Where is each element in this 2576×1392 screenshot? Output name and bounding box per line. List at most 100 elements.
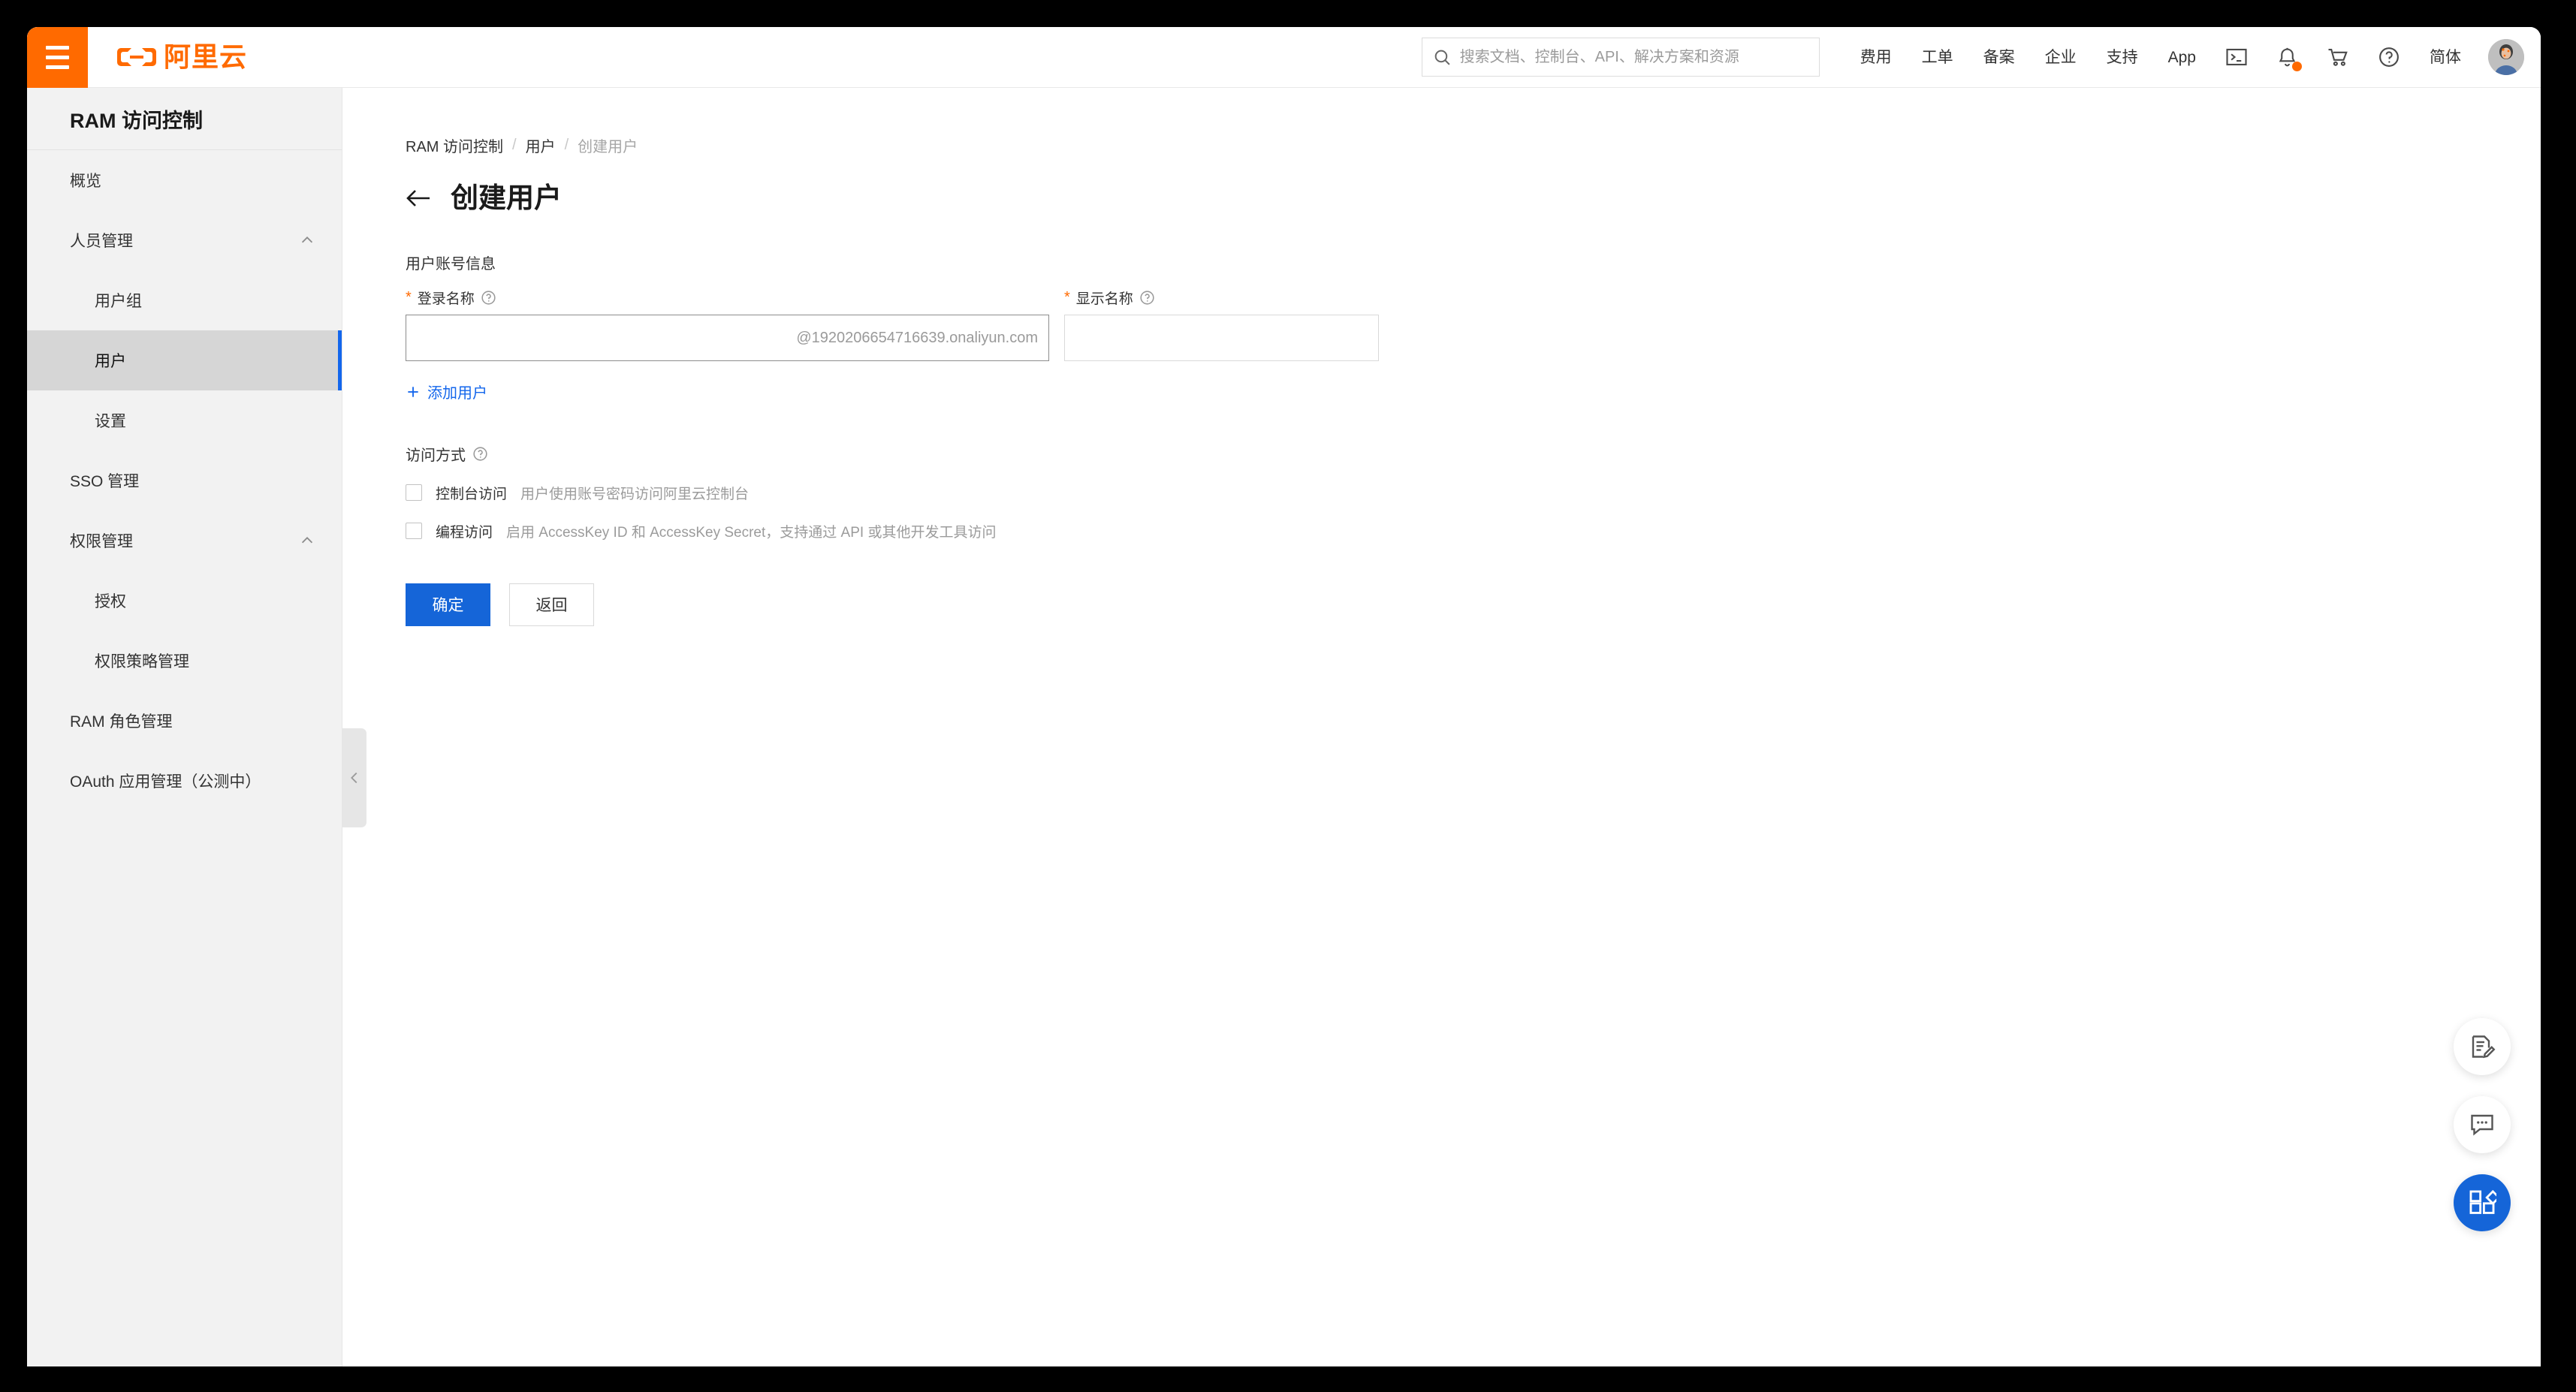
login-name-label-text: 登录名称 <box>417 291 475 307</box>
search-icon <box>1434 50 1450 65</box>
sidebar-item-label: 设置 <box>95 413 126 430</box>
sidebar-item-label: 用户 <box>95 353 126 370</box>
top-header: 阿里云 费用 工单 备案 企业 支持 App <box>27 27 2541 88</box>
question-circle-icon[interactable] <box>481 290 496 306</box>
sidebar-item-label: 概览 <box>70 173 101 190</box>
sidebar-item-oauth-apps[interactable]: OAuth 应用管理（公测中） <box>27 751 342 811</box>
header-nav-enterprise[interactable]: 企业 <box>2030 27 2092 88</box>
question-circle-icon[interactable] <box>472 446 488 462</box>
account-section-label: 用户账号信息 <box>406 252 2541 273</box>
sidebar: RAM 访问控制 概览 人员管理 用户组 用户 设置 SSO 管理 权限管理 授… <box>27 88 342 1366</box>
notification-badge <box>2292 61 2302 71</box>
sidebar-item-label: RAM 角色管理 <box>70 713 173 731</box>
cart-icon[interactable] <box>2312 46 2363 68</box>
terminal-icon[interactable] <box>2211 46 2262 68</box>
hamburger-menu-icon[interactable] <box>27 27 88 88</box>
floating-action-buttons <box>2454 1018 2511 1231</box>
arrow-left-icon[interactable] <box>406 187 433 209</box>
console-access-description: 用户使用账号密码访问阿里云控制台 <box>520 486 750 502</box>
sidebar-item-label: SSO 管理 <box>70 473 140 490</box>
programmatic-access-description: 启用 AccessKey ID 和 AccessKey Secret，支持通过 … <box>506 524 997 541</box>
sidebar-item-label: 权限管理 <box>70 533 133 550</box>
header-nav-fee[interactable]: 费用 <box>1845 27 1907 88</box>
account-section-label-text: 用户账号信息 <box>406 256 496 273</box>
breadcrumb-item-create-user: 创建用户 <box>578 138 638 155</box>
sidebar-item-grants[interactable]: 授权 <box>27 571 342 631</box>
add-user-link[interactable]: 添加用户 <box>406 381 487 402</box>
sidebar-item-label: 授权 <box>95 593 126 610</box>
header-nav-support[interactable]: 支持 <box>2092 27 2153 88</box>
sidebar-item-label: OAuth 应用管理（公测中） <box>70 773 261 791</box>
feedback-survey-icon[interactable] <box>2454 1018 2511 1075</box>
header-nav-icp[interactable]: 备案 <box>1968 27 2030 88</box>
breadcrumb-item-ram[interactable]: RAM 访问控制 <box>406 134 503 156</box>
programmatic-access-row: 编程访问 启用 AccessKey ID 和 AccessKey Secret，… <box>406 521 2541 541</box>
display-name-input-wrap <box>1064 315 1379 361</box>
sidebar-item-sso-management[interactable]: SSO 管理 <box>27 450 342 511</box>
hamburger-bar <box>46 65 69 69</box>
browser-page: 阿里云 费用 工单 备案 企业 支持 App <box>27 27 2541 1366</box>
sidebar-item-ram-roles[interactable]: RAM 角色管理 <box>27 691 342 751</box>
page-title: 创建用户 <box>451 182 562 213</box>
apps-grid-icon[interactable] <box>2454 1174 2511 1231</box>
aliyun-logo[interactable]: 阿里云 <box>116 44 247 71</box>
sidebar-collapse-handle[interactable] <box>342 728 366 827</box>
confirm-button[interactable]: 确定 <box>406 583 490 626</box>
page-title-row: 创建用户 <box>406 184 2541 212</box>
console-access-label[interactable]: 控制台访问 <box>436 483 507 503</box>
required-marker: * <box>406 289 412 306</box>
add-user-link-text: 添加用户 <box>427 385 487 402</box>
sidebar-item-overview[interactable]: 概览 <box>27 150 342 210</box>
display-name-label-text: 显示名称 <box>1075 291 1133 307</box>
form-actions: 确定 返回 <box>406 583 2541 626</box>
console-access-checkbox[interactable] <box>406 484 422 501</box>
search-input[interactable] <box>1459 48 1808 66</box>
aliyun-logo-text: 阿里云 <box>164 41 248 72</box>
breadcrumb-item-users[interactable]: 用户 <box>526 134 556 156</box>
login-name-label: * 登录名称 <box>406 288 1049 307</box>
hamburger-bar <box>46 55 69 59</box>
display-name-field-group: * 显示名称 <box>1064 288 1379 361</box>
login-name-input-wrap <box>406 315 1049 361</box>
hamburger-bar <box>46 45 69 50</box>
sidebar-title: RAM 访问控制 <box>27 88 342 150</box>
help-icon[interactable] <box>2363 46 2415 68</box>
sidebar-item-label: 用户组 <box>95 293 142 310</box>
header-nav-ticket[interactable]: 工单 <box>1907 27 1968 88</box>
chevron-up-icon <box>301 237 313 243</box>
chat-support-icon[interactable] <box>2454 1096 2511 1153</box>
user-avatar[interactable] <box>2488 39 2524 75</box>
sidebar-item-policy-management[interactable]: 权限策略管理 <box>27 631 342 691</box>
sidebar-item-permission-management[interactable]: 权限管理 <box>27 511 342 571</box>
display-name-label: * 显示名称 <box>1064 288 1379 307</box>
name-fields-row: * 登录名称 * 显示名称 <box>406 288 2541 361</box>
sidebar-item-people-management[interactable]: 人员管理 <box>27 210 342 270</box>
sidebar-item-label: 权限策略管理 <box>95 653 189 670</box>
search-box[interactable] <box>1421 38 1820 77</box>
header-right-group: 费用 工单 备案 企业 支持 App <box>1421 27 2541 88</box>
sidebar-item-settings[interactable]: 设置 <box>27 390 342 450</box>
back-button[interactable]: 返回 <box>509 583 594 626</box>
aliyun-logo-mark <box>117 48 156 66</box>
question-circle-icon[interactable] <box>1139 290 1155 306</box>
chevron-up-icon <box>301 537 313 544</box>
breadcrumb: RAM 访问控制 / 用户 / 创建用户 <box>406 135 2541 155</box>
programmatic-access-checkbox[interactable] <box>406 523 422 539</box>
sidebar-item-users[interactable]: 用户 <box>27 330 342 390</box>
bell-icon[interactable] <box>2262 47 2312 71</box>
access-section-label-text: 访问方式 <box>406 447 466 464</box>
sidebar-item-user-groups[interactable]: 用户组 <box>27 270 342 330</box>
plus-icon <box>408 386 418 397</box>
header-nav-app[interactable]: App <box>2153 27 2211 88</box>
display-name-input[interactable] <box>1064 315 1379 361</box>
access-section-label: 访问方式 <box>406 443 2541 465</box>
login-name-input[interactable] <box>406 315 1049 361</box>
language-switcher[interactable]: 简体 <box>2415 27 2476 88</box>
sidebar-item-label: 人员管理 <box>70 233 133 250</box>
breadcrumb-separator: / <box>564 136 569 153</box>
required-marker: * <box>1064 289 1070 306</box>
console-access-row: 控制台访问 用户使用账号密码访问阿里云控制台 <box>406 483 2541 503</box>
breadcrumb-separator: / <box>512 136 517 153</box>
programmatic-access-label[interactable]: 编程访问 <box>436 521 493 541</box>
main-content: RAM 访问控制 / 用户 / 创建用户 创建用户 用户账号信息 * 登录名称 <box>342 88 2541 1366</box>
